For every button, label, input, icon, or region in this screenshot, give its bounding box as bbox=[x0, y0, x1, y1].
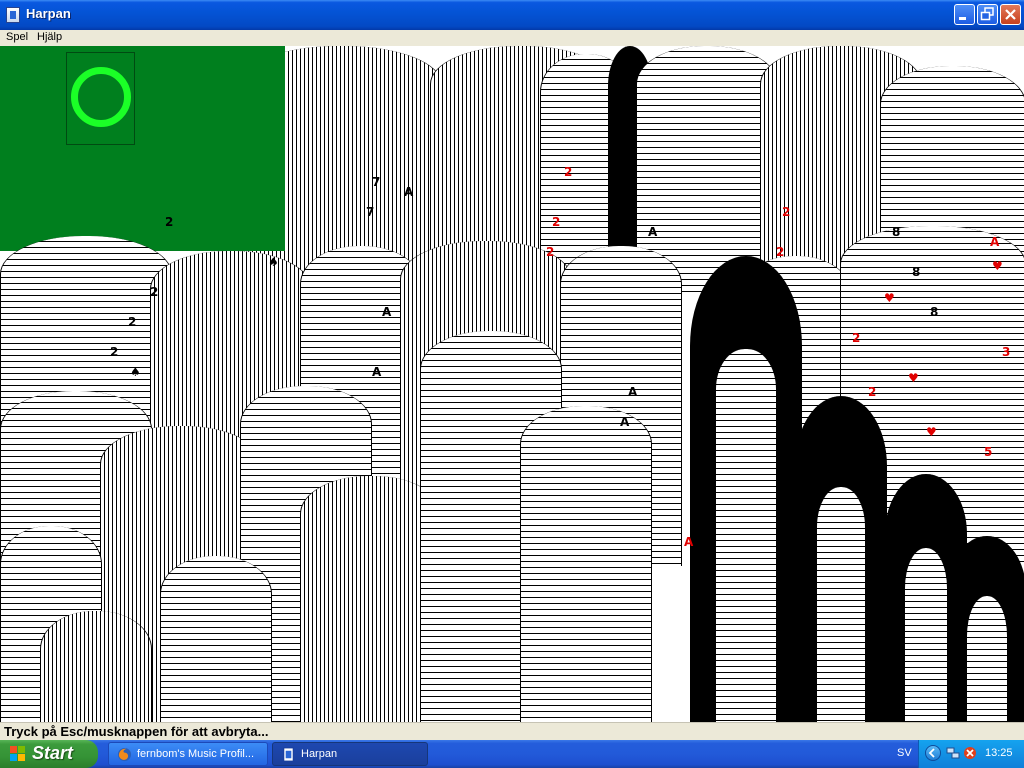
chevron-left-icon bbox=[928, 748, 935, 758]
menu-bar: Spel Hjälp bbox=[0, 30, 1024, 46]
card-suit-heart: ♥ bbox=[926, 425, 937, 439]
card-suit-spade: ♠ bbox=[268, 255, 279, 269]
card-rank: A bbox=[628, 385, 638, 399]
system-tray: 13:25 bbox=[918, 740, 1024, 768]
card-rank: 7 bbox=[372, 175, 381, 189]
windows-logo-icon bbox=[10, 746, 26, 762]
game-area[interactable]: 2 2 2 2 7 7 A A A A A A 2 2 2 2 2 2 2 A … bbox=[0, 46, 1024, 722]
card-trail-black bbox=[795, 396, 887, 722]
card-suit-spade: ♠ bbox=[130, 365, 141, 379]
card-suit-heart: ♥ bbox=[908, 371, 919, 385]
title-bar[interactable]: Harpan bbox=[0, 0, 1024, 30]
card-rank: A bbox=[620, 415, 630, 429]
card-rank: 2 bbox=[150, 285, 159, 299]
card-rank: 5 bbox=[984, 445, 993, 459]
taskbar-item-harpan[interactable]: Harpan bbox=[272, 742, 428, 766]
card-rank: 2 bbox=[110, 345, 119, 359]
minimize-icon bbox=[959, 17, 966, 20]
network-icon[interactable] bbox=[946, 746, 960, 760]
menu-spel[interactable]: Spel bbox=[6, 31, 28, 43]
card-rank: 7 bbox=[366, 205, 375, 219]
taskbar-item-firefox[interactable]: fernbom's Music Profil... bbox=[108, 742, 268, 766]
clock[interactable]: 13:25 bbox=[985, 747, 1013, 759]
card-rank: 8 bbox=[930, 305, 939, 319]
card-rank: 2 bbox=[564, 165, 573, 179]
card-rank: 2 bbox=[546, 245, 555, 259]
taskbar-item-label: fernbom's Music Profil... bbox=[137, 748, 255, 760]
deck-empty-ring-icon[interactable] bbox=[71, 67, 131, 127]
card-trail-black bbox=[948, 536, 1024, 722]
harpan-icon bbox=[283, 747, 294, 762]
card-rank: A bbox=[684, 535, 694, 549]
taskbar: Start fernbom's Music Profil... Harpan S… bbox=[0, 740, 1024, 768]
card-trail bbox=[520, 406, 652, 722]
close-button[interactable] bbox=[1000, 4, 1021, 25]
card-rank: 3 bbox=[1002, 345, 1011, 359]
card-rank: 8 bbox=[892, 225, 901, 239]
card-rank: A bbox=[404, 185, 414, 199]
card-rank: 2 bbox=[552, 215, 561, 229]
window-title: Harpan bbox=[26, 6, 71, 21]
card-rank: A bbox=[382, 305, 392, 319]
card-rank: A bbox=[990, 235, 1000, 249]
firefox-icon bbox=[117, 747, 132, 762]
minimize-button[interactable] bbox=[954, 4, 975, 25]
felt-area bbox=[0, 46, 285, 251]
card-rank: 2 bbox=[782, 205, 791, 219]
card-rank: 2 bbox=[868, 385, 877, 399]
status-bar: Tryck på Esc/musknappen för att avbryta.… bbox=[0, 722, 1024, 740]
card-rank: A bbox=[372, 365, 382, 379]
restore-button[interactable] bbox=[977, 4, 998, 25]
card-rank: 8 bbox=[912, 265, 921, 279]
harpan-app-icon[interactable] bbox=[6, 7, 20, 23]
card-suit-heart: ♥ bbox=[992, 259, 1003, 273]
start-button[interactable]: Start bbox=[0, 740, 98, 768]
security-alert-icon[interactable] bbox=[963, 746, 977, 760]
start-label: Start bbox=[32, 743, 74, 763]
status-message: Tryck på Esc/musknappen för att avbryta.… bbox=[4, 724, 269, 739]
card-trail bbox=[40, 611, 152, 722]
menu-hjalp[interactable]: Hjälp bbox=[37, 31, 62, 43]
close-icon bbox=[1005, 9, 1016, 20]
card-rank: 2 bbox=[128, 315, 137, 329]
card-suit-heart: ♥ bbox=[884, 291, 895, 305]
show-hidden-icons-button[interactable] bbox=[925, 745, 941, 761]
card-rank: 2 bbox=[776, 245, 785, 259]
card-rank: A bbox=[648, 225, 658, 239]
card-rank: 2 bbox=[165, 215, 174, 229]
card-trail bbox=[160, 556, 272, 722]
taskbar-item-label: Harpan bbox=[301, 748, 338, 760]
restore-icon bbox=[980, 7, 994, 21]
language-indicator[interactable]: SV bbox=[897, 747, 912, 759]
card-rank: 2 bbox=[852, 331, 861, 345]
card-trail-black bbox=[690, 256, 802, 722]
